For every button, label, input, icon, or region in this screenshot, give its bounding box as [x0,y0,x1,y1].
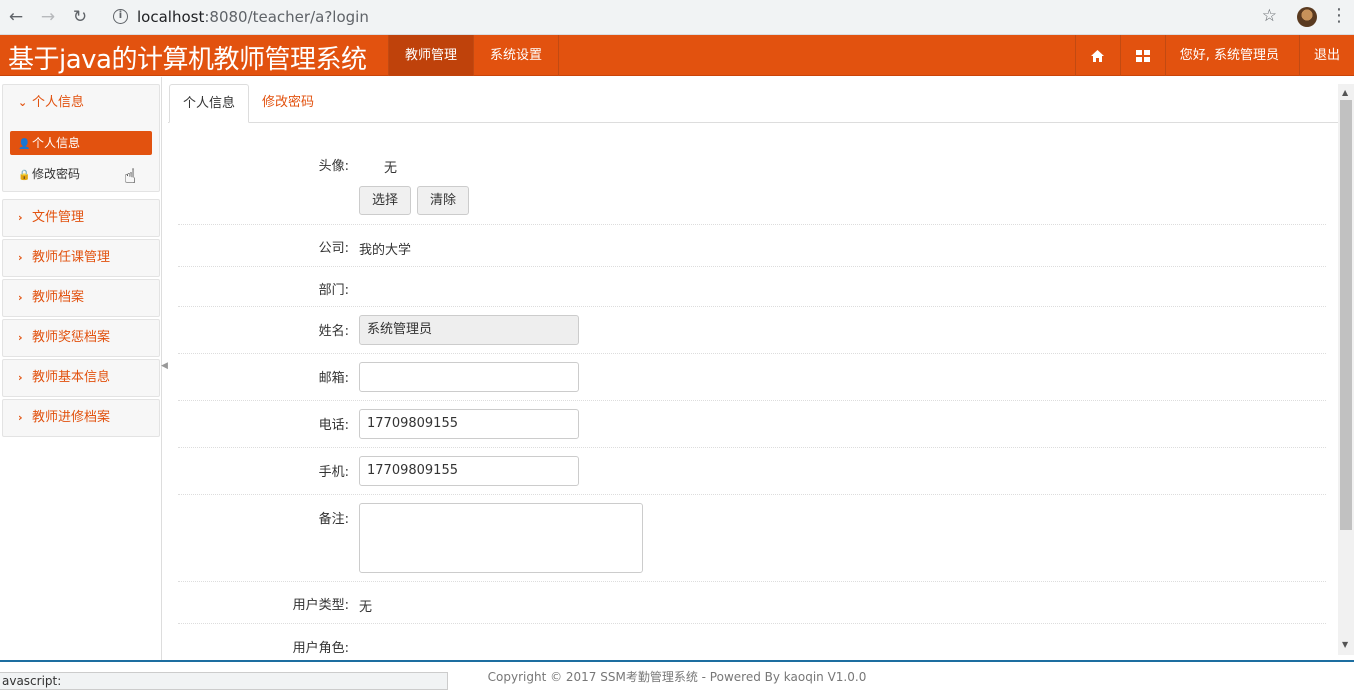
form-row-phone: 电话: 17709809155 [178,401,1326,448]
hand-cursor-icon: ☝ [124,164,137,188]
chevron-right-icon: › [18,371,23,384]
chevron-right-icon: › [18,251,23,264]
user-icon: 👤 [18,139,31,150]
company-label: 公司: [318,241,349,256]
bookmark-star-icon[interactable]: ☆ [1262,6,1277,26]
more-menu-icon[interactable]: ⋮ [1330,6,1348,26]
main-scrollbar[interactable]: ▲ ▼ [1338,84,1354,655]
nav-teacher-management[interactable]: 教师管理 [388,35,475,76]
sidebar-group-label: 个人信息 [32,95,85,110]
main-content: 个人信息 修改密码 头像: 无 选择 清除 公司: 我的大学 部门: 姓名: 系… [168,84,1338,660]
form-row-department: 部门: [178,267,1326,307]
url-text[interactable]: localhost:8080/teacher/a?login [137,8,369,26]
remark-textarea[interactable] [359,503,643,573]
sidebar-item-personal-info[interactable]: 👤 个人信息 [10,131,152,155]
sidebar-item-label: 修改密码 [32,167,81,181]
mobile-field[interactable]: 17709809155 [359,456,579,486]
phone-field[interactable]: 17709809155 [359,409,579,439]
lock-icon: 🔒 [18,170,31,181]
phone-label: 电话: [318,418,349,433]
form-row-user-role: 用户角色: [178,624,1326,660]
avatar-value: 无 [384,161,398,176]
sidebar-group-label: 教师进修档案 [32,410,111,425]
department-label: 部门: [318,283,349,298]
sidebar-group-label: 教师奖惩档案 [32,330,111,345]
user-type-value: 无 [359,600,373,615]
scrollbar-thumb[interactable] [1340,100,1352,530]
back-arrow-icon[interactable]: ← [5,6,27,28]
top-nav: 教师管理 系统设置 [388,35,560,76]
form-row-company: 公司: 我的大学 [178,225,1326,267]
company-value: 我的大学 [359,243,412,258]
forward-arrow-icon[interactable]: → [37,6,59,28]
form-row-name: 姓名: 系统管理员 [178,307,1326,354]
mobile-label: 手机: [318,465,349,480]
tab-bar: 个人信息 修改密码 [168,84,1338,123]
logout-link[interactable]: 退出 [1298,35,1354,76]
right-nav: 您好, 系统管理员 退出 [1074,35,1354,76]
url-host: localhost [137,8,205,26]
address-bar[interactable]: i localhost:8080/teacher/a?login ☆ [103,4,1283,30]
sidebar-group-header[interactable]: ⌄ 个人信息 [3,85,159,121]
chevron-right-icon: › [18,411,23,424]
remark-label: 备注: [318,512,349,527]
browser-status-bar: avascript: [0,672,448,690]
home-icon[interactable] [1074,35,1120,76]
email-label: 邮箱: [318,371,349,386]
brand-title: 基于java的计算机教师管理系统 [8,45,367,75]
name-field[interactable]: 系统管理员 [359,315,579,345]
reload-icon[interactable]: ↻ [69,6,91,28]
form-row-avatar: 头像: 无 选择 清除 [178,144,1326,225]
sidebar: ⌄ 个人信息 👤 个人信息 🔒 修改密码 › 文件管理 › 教师任课管理 › 教师档案 › 教… [0,77,162,660]
info-icon[interactable]: i [113,9,128,24]
form-row-mobile: 手机: 17709809155 [178,448,1326,495]
name-label: 姓名: [318,324,349,339]
sidebar-group-label: 文件管理 [32,210,85,225]
sidebar-group-reward-records[interactable]: › 教师奖惩档案 [2,319,160,357]
chevron-right-icon: › [18,331,23,344]
grid-icon[interactable] [1119,35,1165,76]
user-role-label: 用户角色: [292,641,349,656]
form-row-remark: 备注: [178,495,1326,582]
sidebar-group-training-records[interactable]: › 教师进修档案 [2,399,160,437]
tab-change-password[interactable]: 修改密码 [249,84,327,123]
sidebar-group-label: 教师档案 [32,290,85,305]
sidebar-group-basic-info[interactable]: › 教师基本信息 [2,359,160,397]
chevron-down-icon: ⌄ [18,96,28,109]
form-row-user-type: 用户类型: 无 [178,582,1326,624]
browser-toolbar: ← → ↻ i localhost:8080/teacher/a?login ☆… [0,0,1354,35]
url-path: :8080/teacher/a?login [204,8,369,26]
form-row-email: 邮箱: [178,354,1326,401]
user-type-label: 用户类型: [292,598,349,613]
sidebar-group-file-management[interactable]: › 文件管理 [2,199,160,237]
nav-system-settings[interactable]: 系统设置 [474,35,560,76]
app-header: 基于java的计算机教师管理系统 教师管理 系统设置 您好, 系统管理员 退出 [0,35,1354,76]
email-field[interactable] [359,362,579,392]
select-button[interactable]: 选择 [359,186,412,215]
sidebar-group-teacher-records[interactable]: › 教师档案 [2,279,160,317]
sidebar-group-course-management[interactable]: › 教师任课管理 [2,239,160,277]
sidebar-item-label: 个人信息 [32,136,81,150]
sidebar-group-label: 教师任课管理 [32,250,111,265]
chevron-right-icon: › [18,211,23,224]
profile-avatar[interactable] [1297,7,1317,27]
user-greeting[interactable]: 您好, 系统管理员 [1164,35,1299,76]
scroll-down-icon[interactable]: ▼ [1342,640,1348,649]
sidebar-group-label: 教师基本信息 [32,370,111,385]
avatar-label: 头像: [318,159,349,174]
chevron-right-icon: › [18,291,23,304]
tab-personal-info[interactable]: 个人信息 [169,84,250,123]
clear-button[interactable]: 清除 [417,186,470,215]
scroll-up-icon[interactable]: ▲ [1342,88,1348,97]
